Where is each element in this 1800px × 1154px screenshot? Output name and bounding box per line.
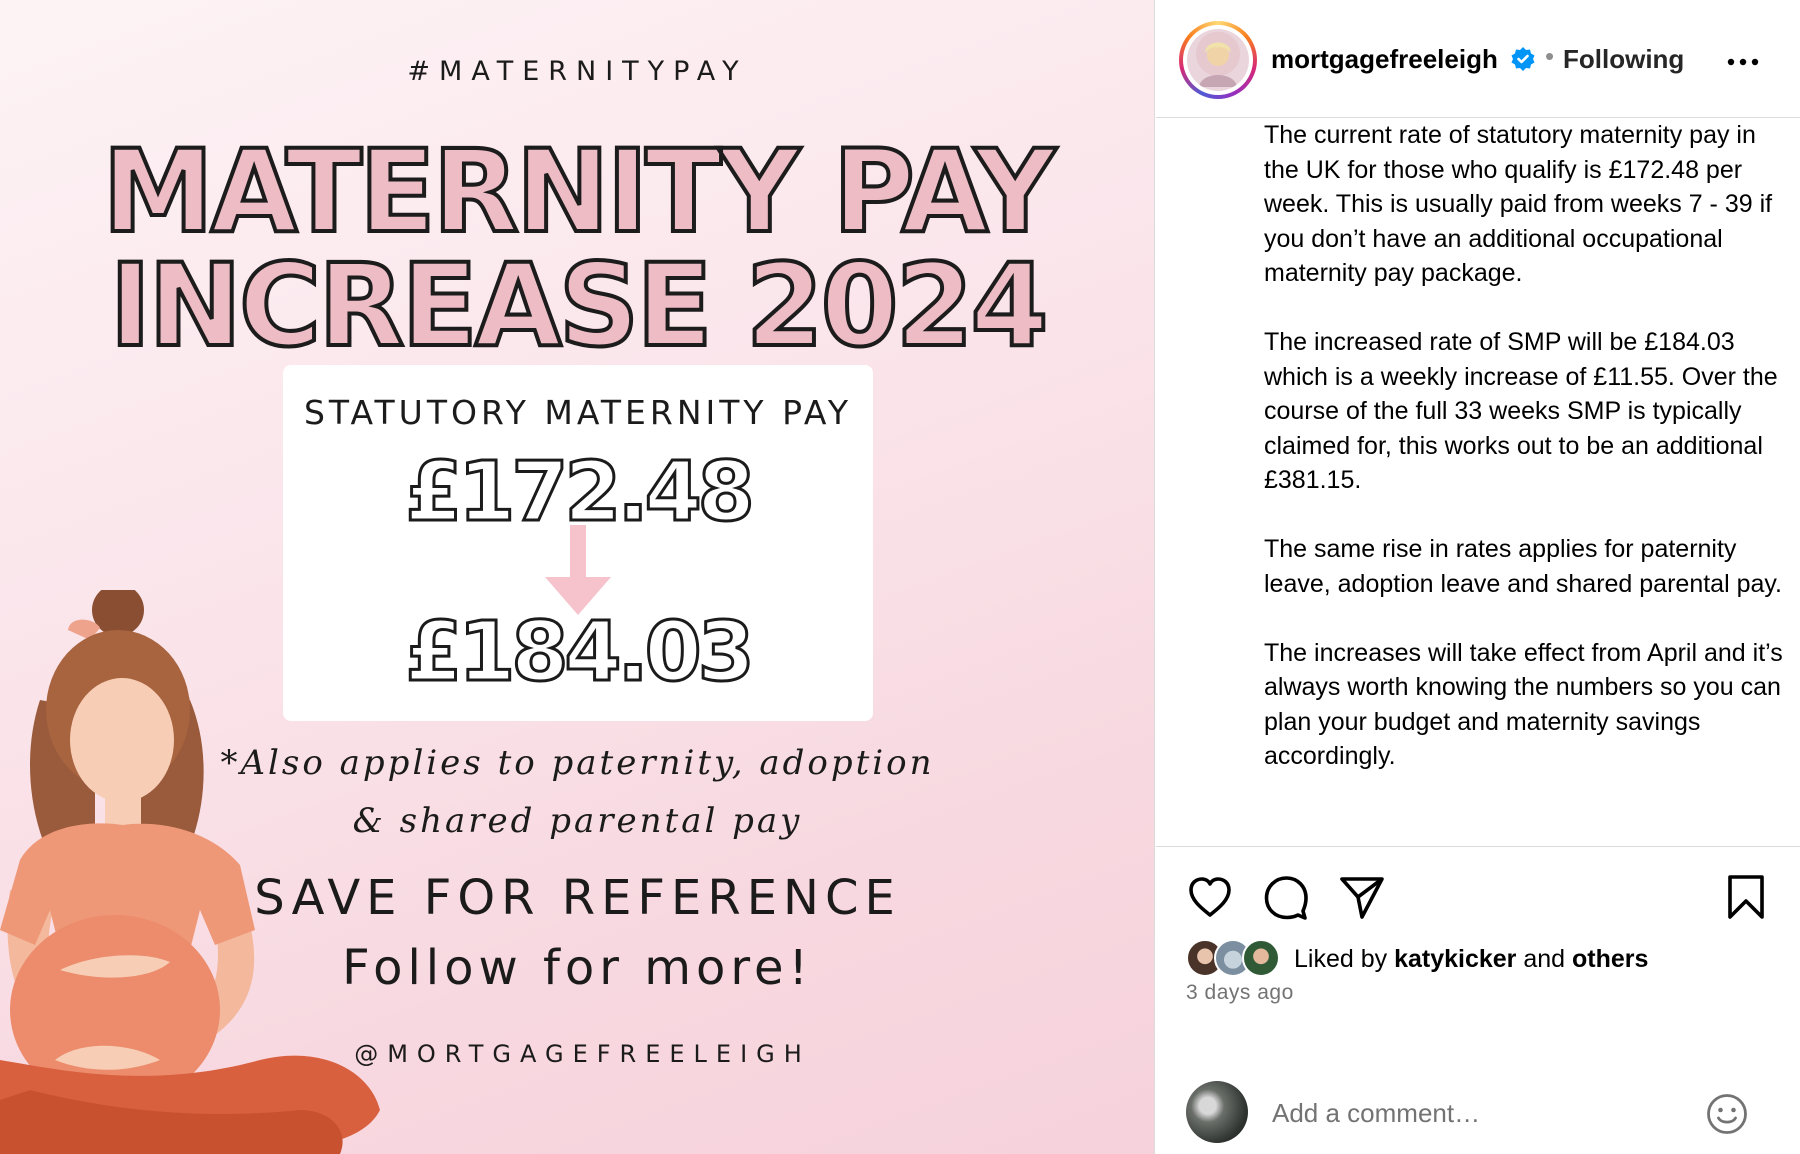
following-button[interactable]: Following <box>1563 44 1684 75</box>
profile-avatar-image <box>1187 29 1249 91</box>
more-options-icon[interactable] <box>1726 45 1760 79</box>
pregnant-woman-illustration <box>0 590 380 1154</box>
profile-photo-icon <box>1199 42 1237 87</box>
likes-summary: Liked by katykicker and others <box>1186 939 1786 979</box>
profile-avatar[interactable] <box>1179 21 1257 99</box>
post-timestamp[interactable]: 3 days ago <box>1186 981 1294 1005</box>
post-side-panel: mortgagefreeleigh • Following The curren… <box>1156 0 1800 1154</box>
comment-composer <box>1156 1061 1800 1154</box>
heart-icon[interactable] <box>1186 873 1234 921</box>
liked-by-user-link[interactable]: katykicker <box>1394 945 1516 973</box>
paper-plane-icon[interactable] <box>1338 873 1386 921</box>
liker-avatar[interactable] <box>1242 939 1280 977</box>
caption-paragraph: The same rise in rates applies for pater… <box>1264 535 1782 598</box>
post-header: mortgagefreeleigh • Following <box>1156 0 1800 118</box>
image-headline-line2: INCREASE 2024 <box>108 239 1051 373</box>
image-headline-line1: MATERNITY PAY <box>100 125 1057 259</box>
liked-by-text: Liked by katykicker and others <box>1294 945 1648 974</box>
post-image[interactable]: #MATERNITYPAY MATERNITY PAY INCREASE 202… <box>0 0 1155 1154</box>
username-link[interactable]: mortgagefreeleigh <box>1271 44 1498 75</box>
liked-by-prefix: Liked by <box>1294 945 1388 973</box>
current-user-avatar <box>1186 1081 1248 1143</box>
image-hashtag: #MATERNITYPAY <box>407 56 748 87</box>
down-arrow-icon <box>545 525 611 615</box>
post-actions-area: Liked by katykicker and others 3 days ag… <box>1156 846 1800 1154</box>
liked-by-others-link[interactable]: others <box>1572 945 1648 973</box>
caption-paragraph: The current rate of statutory maternity … <box>1264 121 1773 287</box>
header-separator: • <box>1545 41 1555 71</box>
smiley-icon[interactable] <box>1706 1093 1748 1135</box>
comment-input[interactable] <box>1272 1095 1672 1131</box>
caption-paragraph: The increases will take effect from Apri… <box>1264 638 1783 771</box>
caption-paragraph: The increased rate of SMP will be £184.0… <box>1264 328 1778 494</box>
verified-badge-icon <box>1511 47 1535 71</box>
smp-card-title: STATUTORY MATERNITY PAY <box>303 393 853 432</box>
bookmark-icon[interactable] <box>1724 873 1768 921</box>
comment-bubble-icon[interactable] <box>1262 873 1310 921</box>
post-caption: The current rate of statutory maternity … <box>1264 118 1784 846</box>
liked-by-joiner: and <box>1523 945 1566 973</box>
